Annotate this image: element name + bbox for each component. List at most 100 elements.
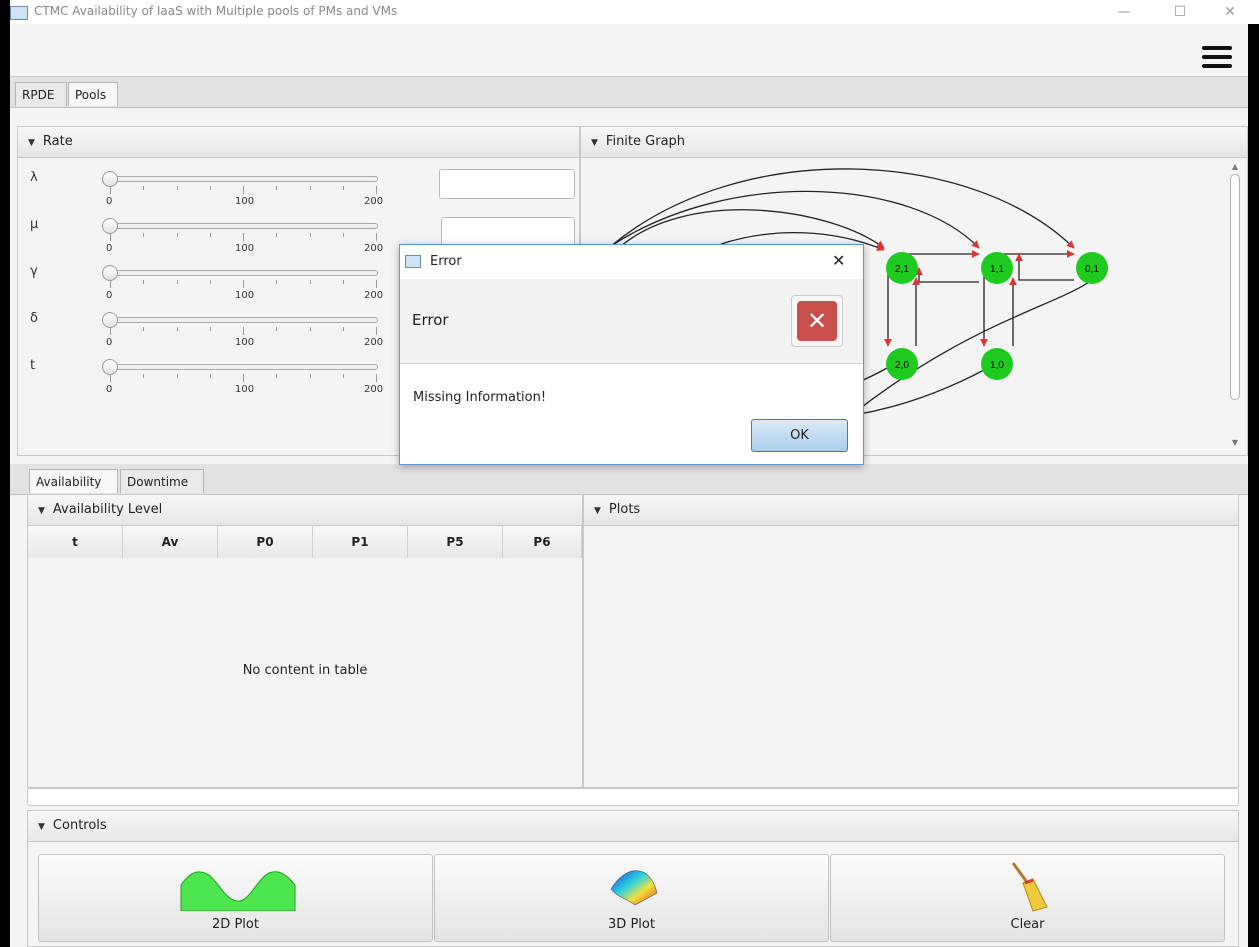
clear-button[interactable]: Clear (830, 854, 1225, 942)
slider-tick (110, 233, 111, 241)
2d-plot-button[interactable]: 2D Plot (38, 854, 433, 942)
scrollbar-thumb[interactable] (1230, 174, 1240, 400)
tab-rpde[interactable]: RPDE (15, 82, 67, 106)
column-header-t[interactable]: t (28, 526, 123, 558)
slider-tick (342, 374, 344, 378)
slider-tick (342, 186, 344, 190)
slider-tick-label: 100 (235, 243, 255, 254)
slider-track[interactable] (108, 176, 378, 182)
finite-graph-title: Finite Graph (605, 134, 686, 149)
dialog-app-icon (405, 255, 421, 268)
availability-table: t Av P0 P1 P5 P6 No content in table (27, 526, 583, 788)
dialog-title: Error (430, 254, 462, 269)
close-icon[interactable]: ✕ (1210, 0, 1250, 24)
collapse-triangle-icon: ▼ (594, 506, 601, 516)
controls-panel: ▼ Controls 2D Plot 3D Plot Clear (27, 810, 1239, 947)
slider-tick-label: 200 (364, 337, 384, 348)
slider-track[interactable] (108, 223, 378, 229)
slider-thumb[interactable] (102, 265, 118, 281)
slider-tick (309, 327, 311, 331)
slider-tick (110, 374, 111, 382)
tab-downtime[interactable]: Downtime (120, 469, 204, 493)
availability-panel-header[interactable]: ▼ Availability Level (27, 494, 583, 526)
slider-tick (209, 186, 211, 190)
graph-edge (1015, 253, 1074, 281)
menu-bar (10, 24, 1248, 77)
slider-tick (376, 374, 377, 382)
scroll-up-icon[interactable]: ▲ (1230, 162, 1240, 171)
rate-value-input[interactable] (441, 217, 575, 247)
slider-tick (276, 327, 278, 331)
slider-track[interactable] (108, 317, 378, 323)
slider-tick (276, 186, 278, 190)
rate-value-input[interactable] (439, 169, 575, 199)
slider-tick-label: 100 (235, 290, 255, 301)
app-icon (10, 6, 28, 20)
slider-tick (276, 374, 278, 378)
error-icon: ✕ (797, 301, 837, 341)
column-header-av[interactable]: Av (123, 526, 218, 558)
scroll-down-icon[interactable]: ▼ (1230, 438, 1240, 447)
slider-thumb[interactable] (102, 312, 118, 328)
slider-tick-label: 0 (106, 384, 113, 395)
slider-tick-label: 200 (364, 384, 384, 395)
ok-button[interactable]: OK (751, 419, 848, 452)
column-header-p6[interactable]: P6 (503, 526, 582, 558)
slider-tick (276, 233, 278, 237)
hamburger-menu-icon[interactable] (1202, 46, 1232, 73)
app-content: RPDE Pools ▼ Rate λ 0 100 200 μ 0 100 200 γ 0 100 20… (10, 24, 1248, 947)
3d-plot-button[interactable]: 3D Plot (434, 854, 829, 942)
slider-tick (342, 233, 344, 237)
maximize-icon[interactable]: ☐ (1160, 0, 1200, 24)
graph-edge (610, 168, 1075, 249)
slider-tick-label: 0 (106, 243, 113, 254)
slider-tick (110, 280, 111, 288)
slider-tick (243, 280, 244, 288)
slider-tick (243, 374, 244, 382)
rate-panel-header[interactable]: ▼ Rate (17, 126, 580, 158)
slider-tick (342, 327, 344, 331)
slider-symbol: δ (30, 311, 38, 326)
slider-tick (143, 374, 145, 378)
slider-thumb[interactable] (102, 218, 118, 234)
column-header-p1[interactable]: P1 (313, 526, 408, 558)
empty-table-text: No content in table (242, 663, 368, 678)
slider-tick (376, 327, 377, 335)
window-title: CTMC Availability of IaaS with Multiple … (34, 4, 398, 18)
2d-plot-label: 2D Plot (212, 917, 259, 932)
slider-tick-label: 200 (364, 290, 384, 301)
dialog-close-icon[interactable]: ✕ (832, 251, 845, 270)
dialog-titlebar: Error ✕ (400, 245, 863, 279)
plots-panel: ▼ Plots (583, 494, 1239, 788)
slider-tick (209, 327, 211, 331)
slider-tick (143, 186, 145, 190)
top-tab-strip: RPDE Pools (10, 77, 1248, 108)
slider-tick (243, 233, 244, 241)
dialog-header-text: Error (412, 311, 449, 329)
finite-graph-header[interactable]: ▼ Finite Graph (580, 126, 1248, 158)
slider-tick (176, 374, 178, 378)
slider-track[interactable] (108, 364, 378, 370)
window-titlebar: CTMC Availability of IaaS with Multiple … (10, 0, 1259, 24)
tab-pools[interactable]: Pools (68, 82, 118, 106)
minimize-icon[interactable]: — (1104, 0, 1144, 24)
bottom-tab-strip: Availability Downtime (10, 464, 1248, 495)
slider-tick (309, 233, 311, 237)
slider-tick (110, 327, 111, 335)
plots-area (583, 526, 1239, 788)
column-header-p5[interactable]: P5 (408, 526, 503, 558)
slider-tick (209, 233, 211, 237)
graph-node-label: 2,0 (895, 360, 909, 371)
graph-node-label: 0,1 (1085, 264, 1099, 275)
slider-thumb[interactable] (102, 171, 118, 187)
column-header-p0[interactable]: P0 (218, 526, 313, 558)
broom-icon (1011, 862, 1048, 912)
controls-panel-header[interactable]: ▼ Controls (27, 810, 1239, 842)
tab-availability[interactable]: Availability (29, 469, 118, 493)
plots-panel-header[interactable]: ▼ Plots (583, 494, 1239, 526)
slider-thumb[interactable] (102, 359, 118, 375)
graph-edge (610, 190, 980, 249)
graph-vertical-scrollbar[interactable]: ▲ ▼ (1229, 162, 1241, 448)
slider-tick-label: 0 (106, 337, 113, 348)
slider-track[interactable] (108, 270, 378, 276)
